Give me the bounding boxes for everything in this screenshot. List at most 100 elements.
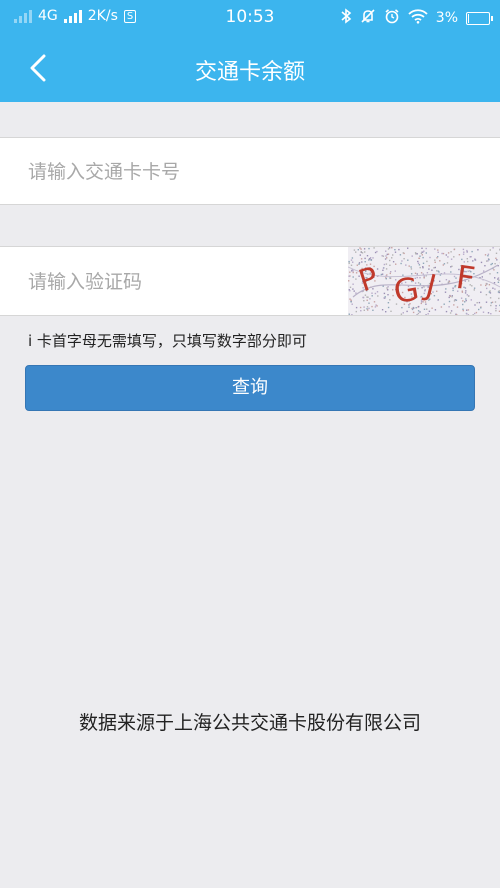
captcha-noise-dot: [473, 289, 475, 291]
captcha-noise-dot: [390, 310, 392, 312]
captcha-noise-dot: [350, 301, 352, 303]
captcha-noise-dot: [483, 270, 485, 272]
card-number-input[interactable]: [26, 138, 470, 206]
captcha-noise-dot: [390, 271, 392, 273]
captcha-noise-dot: [355, 278, 357, 280]
captcha-noise-dot: [369, 298, 371, 300]
captcha-noise-dot: [487, 255, 489, 257]
captcha-noise-dot: [355, 292, 357, 294]
captcha-noise-dot: [381, 255, 383, 257]
captcha-noise-dot: [373, 301, 376, 303]
captcha-noise-dot: [417, 310, 420, 312]
captcha-noise-dot: [489, 297, 492, 299]
captcha-noise-dot: [488, 259, 490, 261]
bluetooth-icon: [340, 8, 352, 28]
captcha-noise-dot: [417, 282, 420, 284]
captcha-noise-dot: [349, 271, 351, 273]
captcha-noise-dot: [446, 262, 449, 264]
captcha-image[interactable]: P G J F: [348, 247, 500, 315]
captcha-noise-dot: [351, 257, 354, 259]
captcha-noise-dot: [493, 282, 496, 284]
captcha-noise-dot: [470, 256, 472, 258]
captcha-noise-dot: [434, 261, 436, 263]
captcha-noise-dot: [421, 287, 423, 289]
captcha-noise-dot: [423, 277, 425, 279]
captcha-noise-dot: [381, 273, 384, 275]
captcha-noise-dot: [360, 251, 362, 253]
captcha-noise-dot: [451, 265, 453, 267]
captcha-noise-dot: [376, 305, 378, 307]
captcha-noise-dot: [389, 299, 391, 301]
captcha-noise-dot: [405, 264, 407, 266]
captcha-noise-dot: [495, 310, 497, 312]
captcha-noise-dot: [448, 306, 450, 308]
captcha-noise-dot: [360, 310, 362, 312]
captcha-noise-dot: [383, 297, 385, 299]
captcha-noise-dot: [376, 268, 379, 270]
captcha-noise-dot: [388, 247, 391, 249]
captcha-noise-dot: [498, 279, 500, 281]
captcha-noise-dot: [443, 303, 445, 305]
captcha-noise-dot: [458, 254, 461, 256]
captcha-noise-dot: [487, 260, 489, 262]
captcha-noise-dot: [474, 312, 476, 315]
captcha-noise-dot: [395, 263, 397, 265]
battery-icon: [466, 11, 493, 25]
captcha-noise-dot: [348, 260, 350, 263]
captcha-noise-dot: [367, 309, 369, 311]
captcha-noise-dot: [473, 287, 476, 289]
captcha-noise-dot: [490, 263, 492, 266]
captcha-noise-dot: [498, 297, 500, 300]
captcha-noise-dot: [363, 300, 365, 302]
captcha-noise-dot: [363, 306, 365, 308]
captcha-noise-dot: [439, 260, 441, 262]
captcha-noise-dot: [455, 299, 458, 301]
captcha-noise-dot: [449, 312, 452, 314]
captcha-noise-dot: [436, 257, 438, 259]
captcha-noise-dot: [426, 272, 429, 274]
captcha-noise-dot: [462, 303, 464, 306]
captcha-noise-dot: [495, 307, 497, 310]
battery-percent: 3%: [435, 10, 458, 26]
captcha-noise-dot: [422, 256, 424, 259]
captcha-noise-dot: [445, 288, 447, 290]
captcha-noise-dot: [366, 306, 369, 308]
captcha-noise-dot: [471, 250, 473, 253]
captcha-noise-dot: [377, 295, 379, 297]
captcha-noise-dot: [433, 295, 436, 297]
query-button[interactable]: 查询: [25, 365, 475, 411]
captcha-noise-dot: [484, 265, 486, 267]
captcha-noise-dot: [453, 300, 456, 302]
captcha-noise-dot: [361, 252, 364, 254]
captcha-noise-dot: [355, 251, 357, 253]
captcha-noise-dot: [383, 263, 386, 266]
captcha-noise-dot: [478, 301, 481, 304]
captcha-noise-dot: [453, 304, 455, 306]
captcha-noise-dot: [422, 262, 425, 264]
captcha-noise-dot: [495, 305, 497, 307]
captcha-noise-dot: [359, 254, 361, 256]
captcha-noise-dot: [416, 276, 418, 279]
captcha-noise-dot: [417, 262, 420, 264]
captcha-noise-dot: [419, 283, 422, 285]
captcha-noise-dot: [428, 310, 431, 312]
captcha-noise-dot: [371, 305, 373, 308]
captcha-noise-dot: [374, 306, 377, 308]
captcha-noise-dot: [380, 273, 383, 276]
captcha-noise-dot: [470, 299, 472, 301]
captcha-noise-dot: [407, 247, 409, 249]
captcha-noise-dot: [420, 252, 423, 254]
captcha-noise-dot: [386, 253, 388, 256]
captcha-noise-dot: [453, 256, 455, 258]
captcha-noise-dot: [481, 276, 483, 278]
captcha-noise-dot: [366, 308, 368, 310]
captcha-noise-dot: [391, 257, 393, 259]
captcha-noise-dot: [394, 270, 396, 272]
captcha-noise-dot: [417, 260, 419, 263]
captcha-noise-dot: [352, 288, 354, 290]
captcha-noise-dot: [477, 249, 479, 251]
captcha-row: P G J F: [0, 246, 500, 317]
captcha-input[interactable]: [26, 247, 340, 317]
captcha-noise-dot: [453, 275, 456, 278]
captcha-noise-dot: [382, 269, 384, 271]
